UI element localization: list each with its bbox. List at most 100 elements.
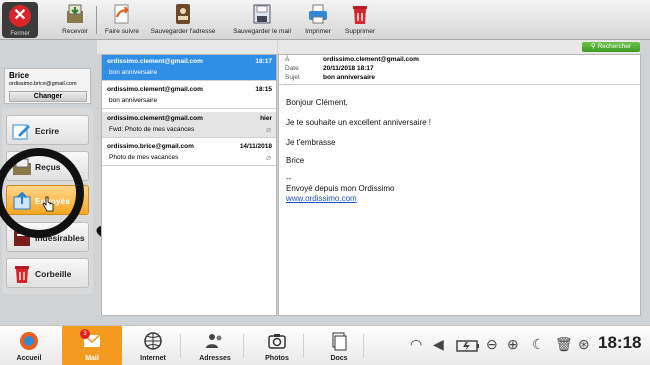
taskbar-photos[interactable]: Photos — [254, 326, 300, 365]
taskbar: Accueil Mail Internet Adresses Photos Do… — [0, 325, 650, 365]
message-date: 18:15 — [255, 86, 272, 93]
message-header: À : ordissimo.clement@gmail.com Date : 2… — [279, 55, 640, 88]
message-row[interactable]: ordissimo.clement@gmail.com 18:15 bon an… — [102, 83, 276, 109]
print-label: Imprimer — [305, 28, 331, 35]
body-line: Envoyé depuis mon Ordissimo — [286, 184, 395, 193]
home-icon — [20, 332, 38, 350]
to-value: ordissimo.clement@gmail.com — [323, 56, 419, 63]
taskbar-mail-label: Mail — [85, 355, 99, 362]
account-email: ordissimo.brice@gmail.com — [9, 81, 77, 87]
globe-icon — [144, 332, 162, 350]
message-subject: bon anniversaire — [109, 97, 158, 104]
folder-write-label: Ecrire — [35, 126, 60, 136]
delete-button[interactable]: Supprimer — [340, 3, 380, 35]
toolbar: ✕ Fermer Recevoir Faire suivre Sauvegard… — [0, 0, 650, 40]
body-line: Je te souhaite un excellent anniversaire… — [286, 118, 431, 127]
taskbar-home[interactable]: Accueil — [8, 326, 50, 365]
zoom-in-icon[interactable]: ⊕ — [507, 336, 519, 353]
message-row[interactable]: ordissimo.clement@gmail.com hier Fwd: Ph… — [102, 112, 276, 138]
message-from: ordissimo.clement@gmail.com — [107, 115, 203, 122]
camera-icon — [268, 334, 286, 349]
save-mail-icon — [253, 4, 271, 24]
account-name: Brice — [9, 71, 30, 80]
mail-count-badge: 3 — [80, 329, 90, 339]
forward-button[interactable]: Faire suivre — [102, 3, 142, 35]
taskbar-internet[interactable]: Internet — [130, 326, 176, 365]
taskbar-docs[interactable]: Docs — [318, 326, 360, 365]
close-icon: ✕ — [9, 5, 31, 27]
close-label: Fermer — [10, 31, 30, 37]
taskbar-mail[interactable]: Mail — [62, 326, 122, 365]
search-icon: ⚲ — [590, 43, 596, 50]
message-subject: bon anniversaire — [109, 69, 158, 76]
taskbar-contacts[interactable]: Adresses — [190, 326, 240, 365]
printer-icon — [309, 4, 327, 24]
taskbar-internet-label: Internet — [140, 355, 166, 362]
clock: 18:18 — [598, 333, 642, 352]
paperclip-icon: ⌀ — [266, 153, 271, 162]
folder-write[interactable]: Ecrire — [6, 115, 89, 145]
message-date: hier — [260, 115, 272, 122]
message-row[interactable]: ordissimo.brice@gmail.com 14/11/2018 Pho… — [102, 140, 276, 166]
help-icon[interactable]: ⊛ — [578, 336, 590, 353]
date-value: 20/11/2018 18:17 — [323, 65, 374, 72]
taskbar-contacts-label: Adresses — [199, 355, 231, 362]
trash-icon — [353, 6, 367, 24]
forward-icon — [114, 4, 130, 24]
forward-label: Faire suivre — [105, 28, 139, 35]
body-line: -- — [286, 174, 292, 183]
body-line: Je t'embrasse — [286, 138, 336, 147]
message-from: ordissimo.clement@gmail.com — [107, 58, 203, 65]
reading-pane: À : ordissimo.clement@gmail.com Date : 2… — [278, 54, 641, 316]
message-subject: Photo de mes vacances — [109, 154, 179, 161]
message-from: ordissimo.clement@gmail.com — [107, 86, 203, 93]
message-from: ordissimo.brice@gmail.com — [107, 143, 194, 150]
signature-link[interactable]: www.ordissimo.com — [286, 194, 357, 203]
trash-icon[interactable]: 🗑 — [555, 336, 573, 353]
taskbar-divider — [303, 334, 304, 358]
taskbar-docs-label: Docs — [330, 355, 348, 362]
change-account-button[interactable]: Changer — [9, 91, 87, 102]
volume-icon[interactable]: ◀ — [433, 336, 444, 353]
receive-button[interactable]: Recevoir — [58, 3, 92, 35]
message-row[interactable]: ordissimo.clement@gmail.com 18:17 bon an… — [102, 55, 276, 81]
taskbar-divider — [180, 334, 181, 358]
write-icon — [12, 124, 30, 140]
save-mail-label: Sauvegarder le mail — [233, 28, 291, 35]
save-address-label: Sauvegarder l'adresse — [150, 28, 216, 35]
taskbar-divider — [243, 334, 244, 358]
folder-trash-label: Corbeille — [35, 269, 72, 279]
message-list-header — [97, 40, 277, 54]
save-address-button[interactable]: Sauvegarder l'adresse — [147, 3, 219, 35]
folder-trash[interactable]: Corbeille — [6, 258, 89, 288]
trash-icon — [15, 266, 29, 283]
toolbar-divider — [96, 6, 97, 34]
close-button[interactable]: ✕ Fermer — [2, 2, 38, 38]
battery-icon[interactable] — [456, 340, 480, 352]
paperclip-icon: ⌀ — [266, 125, 271, 134]
hand-cursor-icon — [42, 196, 54, 212]
wifi-icon[interactable]: ◠ — [410, 336, 422, 353]
delete-label: Supprimer — [345, 28, 375, 35]
subject-value: bon anniversaire — [323, 74, 376, 81]
taskbar-divider — [363, 334, 364, 358]
taskbar-photos-label: Photos — [265, 355, 289, 362]
save-mail-button[interactable]: Sauvegarder le mail — [227, 3, 297, 35]
address-book-icon — [176, 4, 190, 24]
search-button[interactable]: ⚲ Rechercher — [582, 42, 640, 52]
contacts-icon — [206, 334, 222, 348]
receive-label: Recevoir — [62, 28, 88, 35]
message-date: 14/11/2018 — [239, 143, 272, 150]
zoom-out-icon[interactable]: ⊖ — [486, 336, 498, 353]
message-subject: Fwd: Photo de mes vacances — [109, 126, 195, 133]
message-date: 18:17 — [255, 58, 272, 65]
documents-icon — [332, 332, 347, 351]
moon-icon[interactable]: ☾ — [532, 336, 545, 353]
print-button[interactable]: Imprimer — [300, 3, 336, 35]
body-line: Bonjour Clément, — [286, 98, 348, 107]
body-line: Brice — [286, 156, 305, 165]
inbox-download-icon — [67, 4, 83, 23]
taskbar-home-label: Accueil — [16, 355, 42, 362]
account-box: Brice ordissimo.brice@gmail.com Changer — [4, 68, 91, 104]
subject-key: Sujet : — [285, 74, 300, 88]
